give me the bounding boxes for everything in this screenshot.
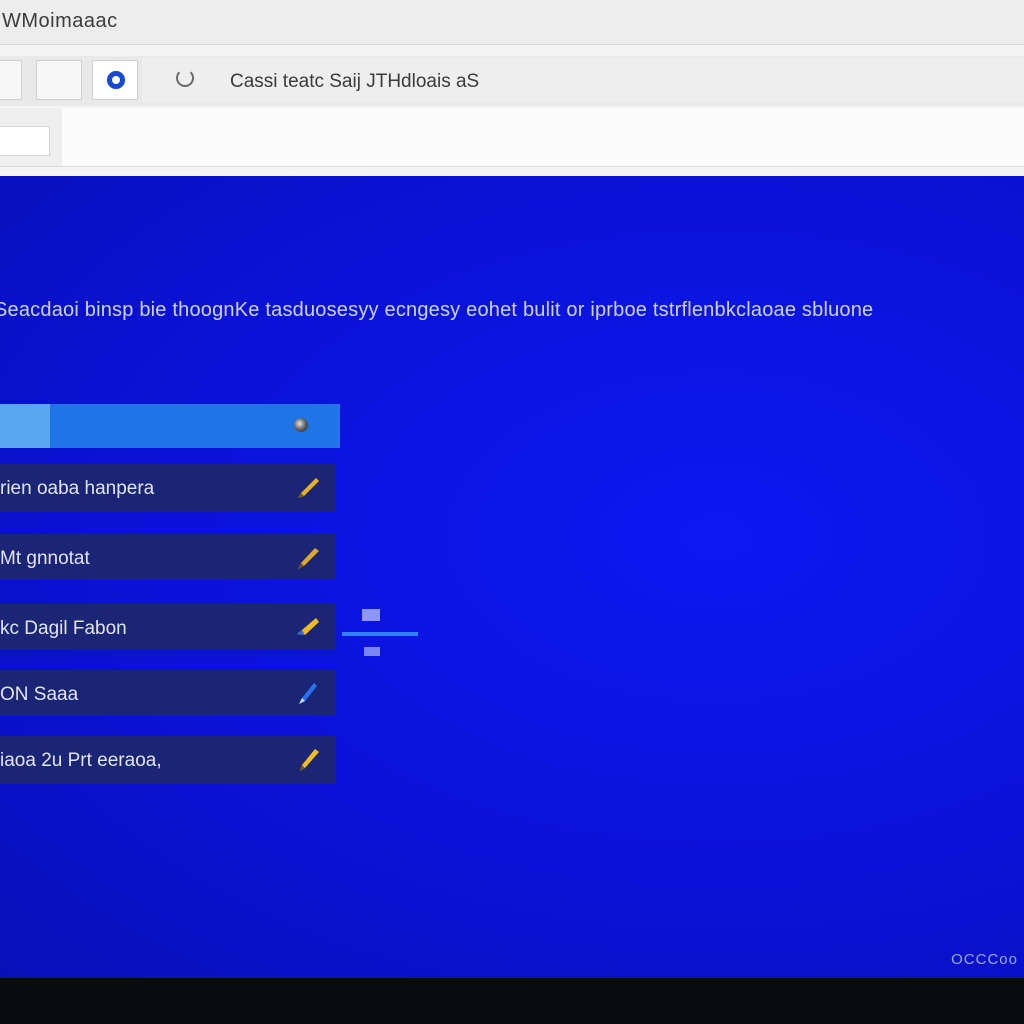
option-label: Mt gnnotat [0, 548, 90, 569]
address-text: Cassi teatc Saij JTHdloais aS [230, 71, 480, 92]
slider-track[interactable] [342, 632, 418, 636]
refresh-icon[interactable] [176, 69, 194, 87]
radio-icon [107, 71, 125, 89]
pen-icon[interactable] [292, 744, 324, 776]
back-button[interactable] [0, 60, 22, 100]
application-window: WMoimaaac Cassi teatc Saij JTHdloais aS … [0, 0, 1024, 978]
toolbar: Cassi teatc Saij JTHdloais aS [0, 56, 1024, 106]
option-label: kc Dagil Fabon [0, 618, 127, 639]
selected-option[interactable] [0, 404, 340, 448]
secondary-bar [0, 108, 1024, 167]
option-label: rien oaba hanpera [0, 478, 155, 499]
option-label: iaoa 2u Prt eeraoa, [0, 750, 162, 771]
secondary-bar-side [0, 108, 62, 166]
window-title: WMoimaaac [2, 10, 118, 32]
option-item[interactable]: rien oaba hanpera [0, 464, 336, 512]
status-orb-icon [294, 418, 308, 432]
footer-text: OCCCoo [951, 951, 1018, 968]
pen-icon[interactable] [292, 472, 324, 504]
option-item[interactable]: Mt gnnotat [0, 534, 336, 580]
address-bar[interactable]: Cassi teatc Saij JTHdloais aS [142, 58, 1024, 102]
pen-icon[interactable] [292, 678, 324, 710]
pen-icon[interactable] [292, 612, 324, 644]
main-content: Seacdaoi binsp bie thoognKe tasduosesyy … [0, 176, 1024, 978]
selected-option-highlight [0, 404, 50, 448]
slider-label-top [362, 609, 380, 621]
option-item[interactable]: kc Dagil Fabon [0, 604, 336, 650]
pen-icon[interactable] [292, 542, 324, 574]
slider-label-bottom [364, 647, 380, 656]
option-item[interactable]: iaoa 2u Prt eeraoa, [0, 736, 336, 784]
title-bar: WMoimaaac [0, 0, 1024, 45]
content-description: Seacdaoi binsp bie thoognKe tasduosesyy … [0, 299, 874, 321]
secondary-input[interactable] [0, 126, 50, 156]
radio-button[interactable] [92, 60, 138, 100]
option-label: ON Saaa [0, 684, 79, 705]
monitor-bezel [0, 978, 1024, 1024]
option-item[interactable]: ON Saaa [0, 670, 336, 716]
forward-button[interactable] [36, 60, 82, 100]
